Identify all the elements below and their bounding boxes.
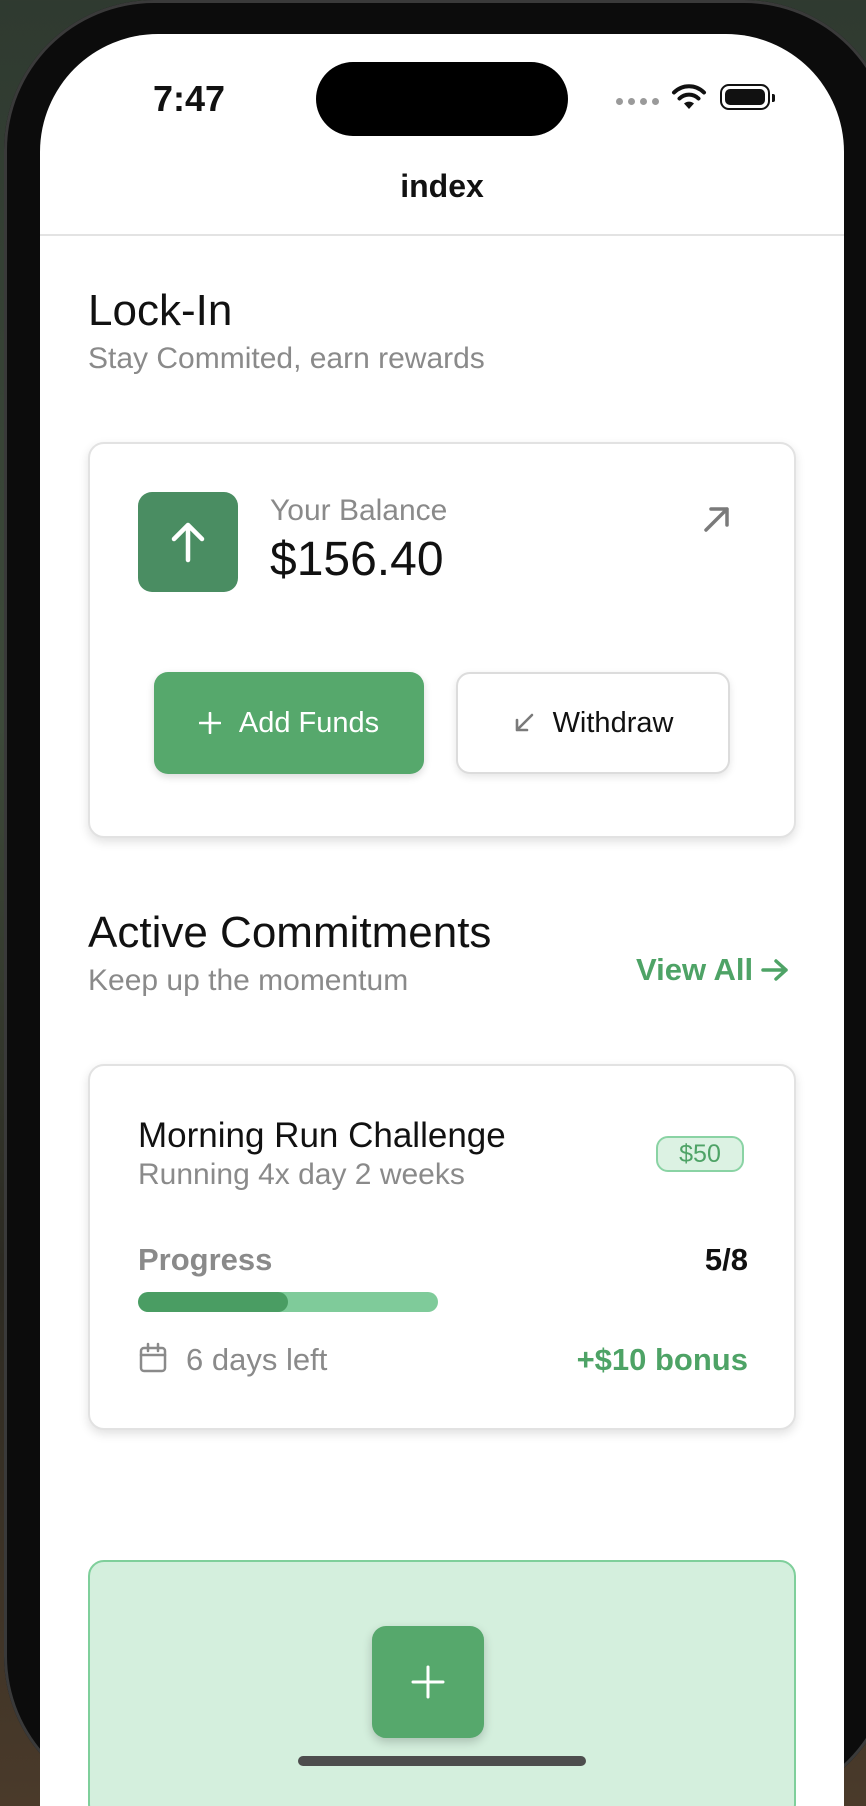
view-all-link[interactable]: View All	[636, 952, 789, 988]
status-time: 7:47	[153, 78, 226, 119]
arrow-right-icon	[761, 959, 788, 981]
withdraw-label: Withdraw	[552, 706, 674, 739]
add-funds-label: Add Funds	[238, 706, 380, 739]
commitments-subtitle: Keep up the momentum	[88, 964, 409, 997]
dynamic-island	[316, 62, 568, 136]
battery-icon	[720, 84, 775, 110]
calendar-icon	[139, 1342, 167, 1373]
view-all-label: View All	[636, 952, 754, 987]
arrow-down-left-icon	[515, 713, 533, 732]
app-screen: 7:47 index Lock-In Stay Commited, earn r…	[40, 34, 844, 1806]
stake-badge: $50	[656, 1136, 744, 1172]
progress-bar	[138, 1292, 438, 1312]
withdraw-button[interactable]: Withdraw	[456, 672, 730, 774]
nav-title: index	[400, 168, 484, 204]
progress-label: Progress	[138, 1242, 273, 1277]
commitment-subtitle: Running 4x day 2 weeks	[138, 1158, 465, 1191]
page-title: Lock-In	[88, 286, 233, 335]
create-commitment-button[interactable]	[372, 1626, 484, 1738]
balance-arrow-up-icon	[138, 492, 238, 592]
signal-icon	[616, 98, 659, 105]
page-subtitle: Stay Commited, earn rewards	[88, 342, 485, 375]
commitments-title: Active Commitments	[88, 908, 492, 957]
home-indicator	[298, 1756, 586, 1766]
phone-frame: 7:47 index Lock-In Stay Commited, earn r…	[4, 0, 866, 1806]
balance-label: Your Balance	[270, 494, 448, 527]
nav-divider	[40, 234, 844, 236]
balance-card: Your Balance $156.40 Add Funds Withdraw	[88, 442, 796, 838]
bonus-text: +$10 bonus	[576, 1342, 748, 1377]
add-funds-button[interactable]: Add Funds	[154, 672, 424, 774]
wifi-icon	[672, 84, 706, 109]
commitment-title: Morning Run Challenge	[138, 1116, 506, 1155]
progress-bar-fill	[138, 1292, 288, 1312]
days-left: 6 days left	[186, 1342, 328, 1377]
plus-icon	[198, 712, 221, 734]
commitment-card[interactable]: Morning Run Challenge Running 4x day 2 w…	[88, 1064, 796, 1430]
progress-value: 5/8	[704, 1242, 748, 1277]
plus-icon	[411, 1665, 445, 1699]
balance-value: $156.40	[270, 533, 444, 586]
arrow-up-right-icon[interactable]	[702, 504, 732, 534]
status-icons	[616, 80, 786, 120]
